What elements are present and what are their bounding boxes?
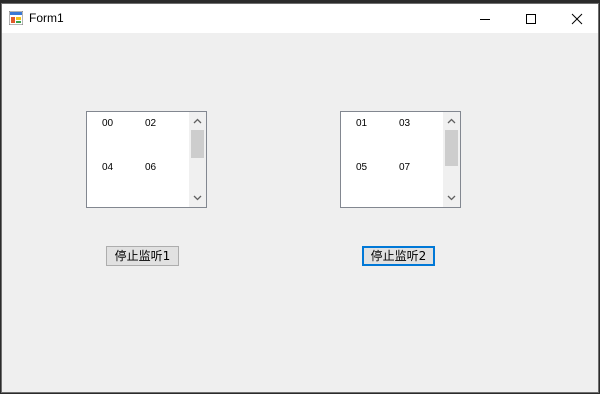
scroll-down-button[interactable] — [443, 190, 460, 206]
listbox-2[interactable]: 01 03 05 07 — [340, 111, 461, 208]
scroll-up-button[interactable] — [189, 113, 206, 129]
list-item[interactable]: 04 — [102, 162, 113, 173]
stop-listen-1-button[interactable]: 停止监听1 — [106, 246, 179, 266]
chevron-down-icon — [447, 195, 456, 201]
maximize-icon — [526, 13, 536, 24]
listbox-1[interactable]: 00 02 04 06 — [86, 111, 207, 208]
maximize-button[interactable] — [508, 4, 554, 33]
minimize-icon — [480, 18, 490, 20]
list-item[interactable]: 02 — [145, 118, 156, 129]
stop-listen-2-button[interactable]: 停止监听2 — [362, 246, 435, 266]
form-window: Form1 00 02 04 06 01 03 05 07 停止监听1 停止监听… — [1, 3, 599, 393]
close-icon — [571, 13, 583, 24]
scroll-up-button[interactable] — [443, 113, 460, 129]
chevron-down-icon — [193, 195, 202, 201]
client-area: 00 02 04 06 01 03 05 07 停止监听1 停止监听2 — [2, 33, 598, 392]
vertical-scrollbar[interactable] — [189, 112, 206, 207]
list-item[interactable]: 07 — [399, 162, 410, 173]
list-item[interactable]: 01 — [356, 118, 367, 129]
app-icon — [9, 11, 23, 25]
list-item[interactable]: 06 — [145, 162, 156, 173]
list-item[interactable]: 00 — [102, 118, 113, 129]
list-item[interactable]: 05 — [356, 162, 367, 173]
scroll-down-button[interactable] — [189, 190, 206, 206]
scroll-thumb[interactable] — [191, 130, 204, 158]
chevron-up-icon — [447, 118, 456, 124]
chevron-up-icon — [193, 118, 202, 124]
scroll-thumb[interactable] — [445, 130, 458, 166]
close-button[interactable] — [554, 4, 600, 33]
vertical-scrollbar[interactable] — [443, 112, 460, 207]
minimize-button[interactable] — [462, 4, 508, 33]
title-bar[interactable]: Form1 — [2, 4, 598, 33]
window-title: Form1 — [29, 11, 64, 25]
list-item[interactable]: 03 — [399, 118, 410, 129]
